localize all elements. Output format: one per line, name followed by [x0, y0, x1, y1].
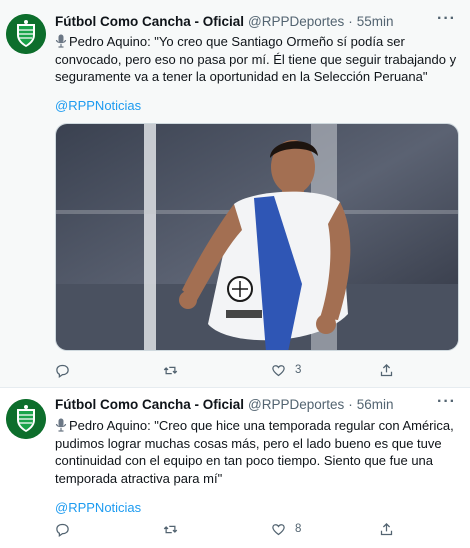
separator: ·	[348, 397, 353, 412]
mention-link[interactable]: @RPPNoticias	[55, 98, 141, 113]
tweet-text-content: Pedro Aquino: "Yo creo que Santiago Orme…	[55, 34, 457, 85]
timestamp[interactable]: 56min	[357, 397, 394, 412]
tweet-header: Fútbol Como Cancha - Oficial @RPPDeporte…	[55, 14, 460, 32]
reply-icon	[56, 523, 69, 537]
tweet-text: Pedro Aquino: "Creo que hice una tempora…	[55, 417, 460, 487]
microphone-icon	[55, 34, 67, 48]
author-name[interactable]: Fútbol Como Cancha - Oficial	[55, 14, 244, 29]
like-count: 8	[295, 523, 302, 535]
reply-icon	[56, 364, 69, 378]
tweet-text-content: Pedro Aquino: "Creo que hice una tempora…	[55, 418, 454, 486]
tweet-photo[interactable]	[55, 123, 459, 351]
tweet[interactable]: Fútbol Como Cancha - Oficial @RPPDeporte…	[0, 389, 470, 548]
like-count: 3	[295, 364, 302, 376]
tweet-header: Fútbol Como Cancha - Oficial @RPPDeporte…	[55, 397, 460, 415]
tweet-actions: 8	[55, 520, 400, 538]
heart-icon	[272, 364, 285, 376]
reply-button[interactable]	[55, 361, 79, 379]
separator: ·	[348, 14, 353, 29]
timestamp[interactable]: 55min	[357, 14, 394, 29]
share-button[interactable]	[379, 361, 403, 379]
share-icon	[380, 363, 393, 376]
more-options-icon[interactable]: ···	[437, 394, 456, 410]
like-button[interactable]: 8	[271, 520, 301, 538]
reply-button[interactable]	[55, 520, 79, 538]
tweet-text: Pedro Aquino: "Yo creo que Santiago Orme…	[55, 33, 460, 86]
club-crest-icon[interactable]	[6, 399, 46, 439]
retweet-button[interactable]	[163, 520, 187, 538]
like-button[interactable]: 3	[271, 361, 301, 379]
retweet-icon	[163, 366, 178, 374]
share-button[interactable]	[379, 520, 403, 538]
author-handle[interactable]: @RPPDeportes	[248, 14, 344, 29]
retweet-icon	[163, 525, 178, 533]
tweet-actions: 3	[55, 361, 400, 379]
microphone-icon	[55, 418, 67, 432]
tweet[interactable]: Fútbol Como Cancha - Oficial @RPPDeporte…	[0, 0, 470, 388]
club-crest-icon[interactable]	[6, 14, 46, 54]
heart-icon	[272, 523, 285, 535]
mention-link[interactable]: @RPPNoticias	[55, 500, 141, 515]
retweet-button[interactable]	[163, 361, 187, 379]
more-options-icon[interactable]: ···	[437, 11, 456, 27]
author-handle[interactable]: @RPPDeportes	[248, 397, 344, 412]
share-icon	[380, 522, 393, 535]
author-name[interactable]: Fútbol Como Cancha - Oficial	[55, 397, 244, 412]
